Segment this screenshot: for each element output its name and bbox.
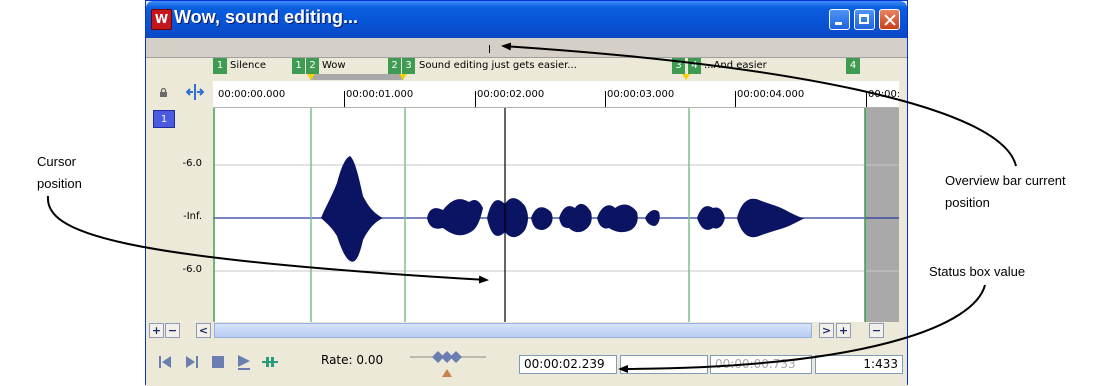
annotation-cursor-position: Cursor position: [37, 151, 82, 195]
go-to-start-icon[interactable]: [156, 354, 174, 370]
ruler-tick: [866, 91, 867, 107]
marker-3-triangle: [399, 74, 407, 80]
annotation-text: Status box value: [929, 264, 1026, 279]
play-plug-in-chain-icon[interactable]: [261, 354, 279, 370]
channel-number-badge[interactable]: 1: [153, 110, 175, 128]
ruler-label: 00:00:0: [868, 89, 899, 100]
transport-bar: Rate: 0.00 00:00:02.239 00:00:00.733 1:4…: [146, 339, 907, 386]
marker-4-label: ...And easier: [704, 60, 767, 71]
ruler-label: 00:00:00.000: [218, 89, 286, 100]
waveform-shape: [321, 156, 805, 262]
marker-3-end-flag[interactable]: 3: [672, 58, 685, 74]
sound-forge-window: W Wow, sound editing... 1 Silence 1 2 Wo…: [145, 0, 908, 386]
ruler-label: 00:00:02.000: [477, 89, 545, 100]
stop-icon[interactable]: [209, 354, 227, 370]
marker-2-triangle: [307, 74, 315, 80]
marker-3-flag[interactable]: 3: [402, 58, 415, 74]
scroll-left-button[interactable]: <: [196, 323, 211, 338]
play-icon[interactable]: [235, 354, 253, 370]
ruler-tick: [475, 91, 476, 107]
level-zoom-in-button[interactable]: +: [836, 323, 851, 338]
marker-4-flag[interactable]: 4: [688, 58, 701, 74]
selection-start-status-box[interactable]: [620, 355, 708, 374]
window-title: Wow, sound editing...: [174, 7, 358, 27]
rate-slider[interactable]: [408, 343, 488, 379]
marker-1-end-flag[interactable]: 1: [292, 58, 305, 74]
channel-controls: 1 -6.0 -Inf. -6.0: [146, 81, 212, 321]
scroll-track[interactable]: [214, 323, 812, 338]
db-label-bottom: -6.0: [182, 264, 202, 275]
minimize-button[interactable]: [829, 9, 850, 30]
region-highlight: [310, 74, 403, 80]
annotation-overview-bar: Overview bar current position: [945, 170, 1066, 214]
close-button[interactable]: [879, 9, 900, 30]
ruler-label: 00:00:01.000: [346, 89, 414, 100]
annotation-status-box: Status box value: [929, 261, 1025, 283]
go-to-end-icon[interactable]: [183, 354, 201, 370]
annotation-text: Cursor: [37, 154, 77, 169]
zoom-ratio-status-box[interactable]: 1:433: [815, 355, 903, 374]
marker-region-bar[interactable]: 1 Silence 1 2 Wow 2 3 Sound editing just…: [213, 58, 899, 80]
marker-2-end-flag[interactable]: 2: [388, 58, 401, 74]
ruler-tick: [735, 91, 736, 107]
annotation-text: position: [37, 176, 82, 191]
marker-4-end-flag[interactable]: 4: [846, 58, 860, 74]
waveform-display[interactable]: [213, 108, 899, 322]
annotation-text: position: [945, 195, 990, 210]
time-ruler[interactable]: 00:00:00.000 00:00:01.000 00:00:02.000 0…: [213, 81, 899, 108]
ruler-label: 00:00:04.000: [737, 89, 805, 100]
playback-rate-label: Rate: 0.00: [321, 353, 384, 367]
scroll-right-button[interactable]: >: [819, 323, 834, 338]
marker-3-label: Sound editing just gets easier...: [419, 60, 577, 71]
snap-to-icon[interactable]: [186, 84, 204, 100]
marker-1-flag[interactable]: 1: [213, 58, 227, 74]
lock-icon[interactable]: [159, 88, 168, 97]
maximize-button[interactable]: [854, 9, 875, 30]
app-icon[interactable]: W: [151, 9, 172, 30]
overview-bar[interactable]: [146, 38, 907, 58]
marker-2-flag[interactable]: 2: [306, 58, 319, 74]
title-bar[interactable]: W Wow, sound editing...: [146, 1, 907, 38]
annotation-text: Overview bar current: [945, 173, 1066, 188]
waveform-canvas: [213, 108, 899, 322]
overview-position-indicator: [489, 45, 490, 53]
marker-4-triangle: [682, 74, 690, 80]
selection-length-status-box[interactable]: 00:00:00.733: [710, 355, 812, 374]
ruler-label: 00:00:03.000: [607, 89, 675, 100]
ruler-tick: [344, 91, 345, 107]
end-region-shade: [865, 108, 899, 322]
horizontal-scrollbar[interactable]: + − < > + −: [146, 322, 907, 339]
zoom-in-button[interactable]: +: [149, 323, 164, 338]
marker-2-label: Wow: [322, 60, 346, 71]
zoom-out-button[interactable]: −: [165, 323, 180, 338]
marker-1-label: Silence: [230, 60, 267, 71]
level-zoom-out-button[interactable]: −: [869, 323, 884, 338]
db-label-top: -6.0: [182, 158, 202, 169]
db-label-center: -Inf.: [183, 211, 202, 222]
ruler-tick: [605, 91, 606, 107]
cursor-position-status-box[interactable]: 00:00:02.239: [519, 355, 617, 374]
